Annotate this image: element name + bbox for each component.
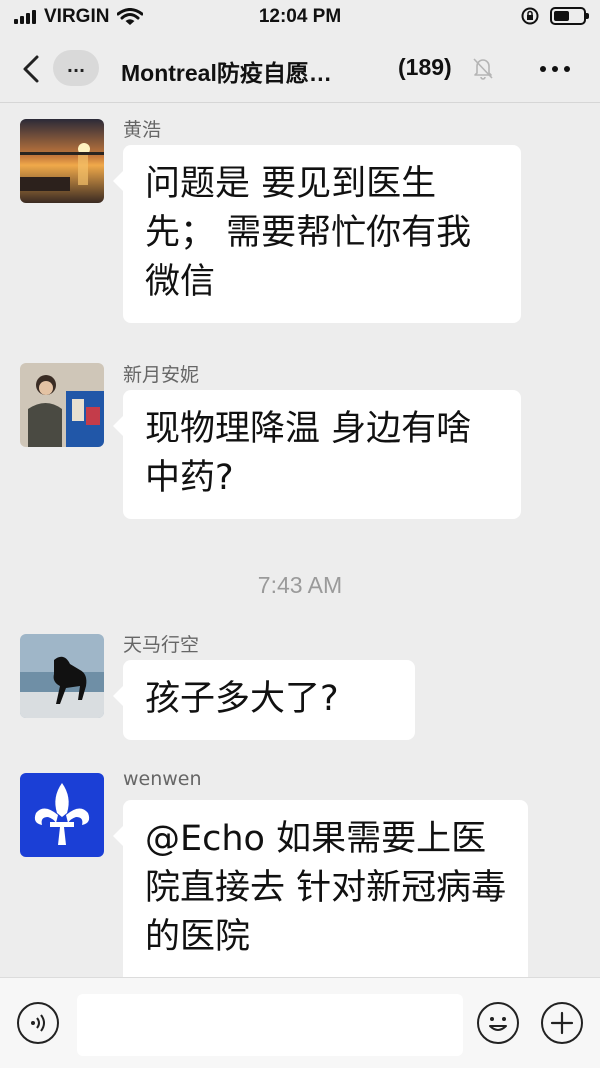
fleur-de-lis-avatar[interactable] xyxy=(20,773,104,857)
member-count: (189) xyxy=(398,54,452,80)
status-time: 12:04 PM xyxy=(258,6,342,27)
horse-beach-avatar[interactable] xyxy=(20,634,104,718)
unread-more-button[interactable]: ... xyxy=(53,50,99,86)
chat-header: ... Montreal防疫自愿… (189) xyxy=(0,34,600,103)
message-bubble[interactable]: 问题是 要见到医生先； 需要帮忙你有我微信 xyxy=(113,145,521,323)
voice-input-button[interactable] xyxy=(17,1002,59,1044)
message-bubble[interactable]: @Echo 如果需要上医院直接去 针对新冠病毒的医院 xyxy=(113,800,528,990)
person-painting-avatar[interactable] xyxy=(20,363,104,447)
smiley-icon xyxy=(489,1017,507,1031)
sender-name: 天马行空 xyxy=(123,634,200,656)
message-timestamp: 7:43 AM xyxy=(257,572,343,598)
battery-fill xyxy=(554,11,569,21)
add-attachment-button[interactable] xyxy=(541,1002,583,1044)
emoji-button[interactable] xyxy=(477,1002,519,1044)
sender-name: 黄浩 xyxy=(123,119,162,141)
message-bubble[interactable]: 现物理降温 身边有啥中药? xyxy=(113,390,521,519)
back-chevron-icon[interactable] xyxy=(18,52,48,86)
plus-icon xyxy=(550,1011,574,1035)
chat-info-menu-icon[interactable] xyxy=(540,66,570,72)
sunset-lake-avatar[interactable] xyxy=(20,119,104,203)
voice-icon xyxy=(31,1014,45,1032)
message-bubble[interactable]: 孩子多大了? xyxy=(113,660,415,740)
rotation-lock-icon xyxy=(521,7,539,25)
sender-name: 新月安妮 xyxy=(123,364,200,386)
message-input[interactable] xyxy=(77,994,463,1056)
sender-name: wenwen xyxy=(123,768,202,790)
status-bar: VIRGIN 12:04 PM xyxy=(0,0,600,34)
chat-title[interactable]: Montreal防疫自愿… xyxy=(121,54,332,88)
muted-bell-icon xyxy=(473,58,493,80)
battery-icon xyxy=(550,7,589,25)
input-bar xyxy=(0,977,600,1068)
